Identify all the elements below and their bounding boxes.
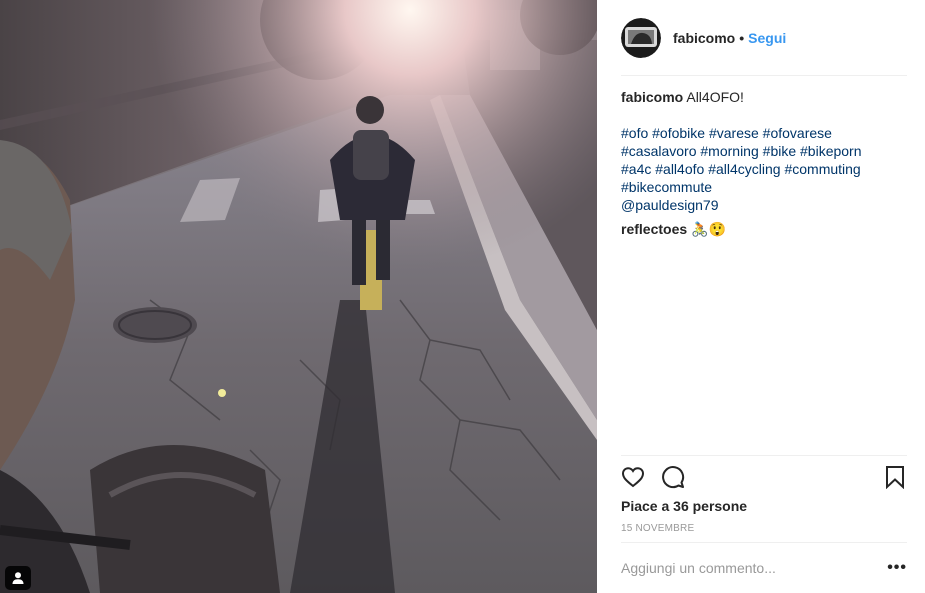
hashtag-link[interactable]: #bikecommute <box>621 179 712 195</box>
post-photo[interactable] <box>0 0 597 593</box>
hashtag-link[interactable]: #commuting <box>784 161 860 177</box>
hashtag-link[interactable]: #casalavoro <box>621 143 697 159</box>
hashtag-link[interactable]: #ofobike <box>652 125 705 141</box>
likes-count[interactable]: Piace a 36 persone <box>621 498 747 514</box>
post-date: 15 NOVEMBRE <box>621 523 695 534</box>
comment-button[interactable] <box>661 465 685 489</box>
hashtag-link[interactable]: #morning <box>700 143 758 159</box>
username-link[interactable]: fabicomo <box>673 30 735 46</box>
caption: fabicomo All4OFO! #ofo #ofobike #varese … <box>621 88 911 238</box>
save-button[interactable] <box>883 465 907 489</box>
hashtag-link[interactable]: #bikeporn <box>800 143 862 159</box>
hashtag-link[interactable]: #all4cycling <box>708 161 780 177</box>
heart-outline-icon <box>621 466 645 487</box>
hashtag-link[interactable]: #ofovarese <box>763 125 832 141</box>
post-details-panel: fabicomo • Segui fabicomo All4OFO! #ofo … <box>597 0 925 593</box>
separator-dot: • <box>739 29 745 46</box>
tagged-users-button[interactable] <box>5 566 31 590</box>
hashtag-link[interactable]: #bike <box>763 143 796 159</box>
hashtag-list: #ofo #ofobike #varese #ofovarese #casala… <box>621 124 911 214</box>
mention-link[interactable]: @pauldesign79 <box>621 197 719 213</box>
action-bar <box>621 455 907 497</box>
add-comment-bar: ••• <box>621 542 907 593</box>
hashtag-link[interactable]: #varese <box>709 125 759 141</box>
person-icon <box>12 572 24 584</box>
post-header: fabicomo • Segui <box>621 0 907 76</box>
more-options-button[interactable]: ••• <box>883 559 907 577</box>
caption-text: All4OFO! <box>686 89 744 105</box>
hashtag-link[interactable]: #all4ofo <box>655 161 704 177</box>
caption-line: fabicomo All4OFO! <box>621 88 911 106</box>
follow-button[interactable]: Segui <box>748 30 786 46</box>
caption-author[interactable]: fabicomo <box>621 89 683 105</box>
hashtag-link[interactable]: #ofo <box>621 125 648 141</box>
avatar[interactable] <box>621 17 661 58</box>
comment-text: 🚴😲 <box>691 221 726 237</box>
street-photo-illustration <box>0 0 597 593</box>
bookmark-icon <box>886 465 904 489</box>
like-button[interactable] <box>621 465 645 489</box>
comment-author[interactable]: reflectoes <box>621 221 687 237</box>
avatar-image <box>621 17 661 58</box>
speech-bubble-icon <box>662 465 685 488</box>
comment-item: reflectoes 🚴😲 <box>621 220 911 238</box>
hashtag-link[interactable]: #a4c <box>621 161 651 177</box>
comment-input[interactable] <box>621 560 883 576</box>
